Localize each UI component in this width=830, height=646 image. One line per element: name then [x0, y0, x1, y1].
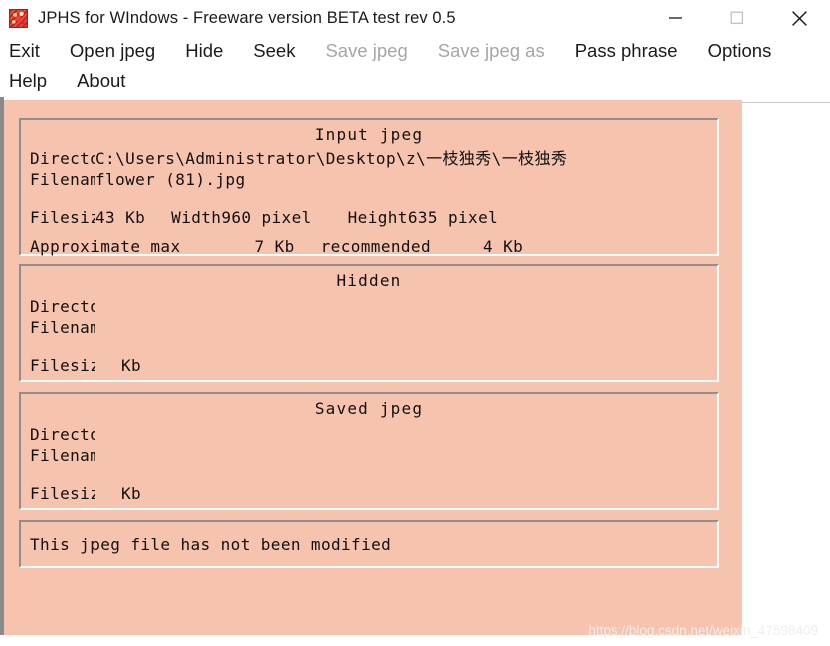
- input-filesize-label: Filesize: [30, 208, 95, 227]
- maximize-button[interactable]: [706, 0, 768, 36]
- input-directory-value: C:\Users\Administrator\Desktop\z\一枝独秀\一枝…: [95, 149, 568, 168]
- hidden-filename-row: Filename: [21, 317, 717, 338]
- app-icon: [9, 8, 28, 28]
- title-bar: JPHS for WIndows - Freeware version BETA…: [0, 0, 830, 36]
- saved-filesize-row: Filesize Kb: [21, 483, 717, 504]
- input-directory-row: Directory C:\Users\Administrator\Desktop…: [21, 148, 717, 169]
- input-approx-label: Approximate max: [30, 237, 181, 256]
- status-panel: This jpeg file has not been modified: [19, 520, 719, 568]
- hidden-filesize-label: Filesize: [30, 356, 95, 375]
- saved-filename-row: Filename: [21, 445, 717, 466]
- saved-directory-label: Directory: [30, 425, 95, 444]
- input-jpeg-panel: Input jpeg Directory C:\Users\Administra…: [19, 118, 719, 256]
- input-stats-row: Filesize 43 Kb Width 960 pixel Height 63…: [21, 207, 717, 228]
- input-filesize-value: 43 Kb: [95, 208, 146, 227]
- input-directory-label: Directory: [30, 149, 95, 168]
- menu-item-hide[interactable]: Hide: [185, 40, 223, 62]
- maximize-icon: [730, 11, 744, 25]
- input-filename-value: flower (81).jpg: [95, 170, 246, 189]
- hidden-directory-label: Directory: [30, 297, 95, 316]
- saved-filename-label: Filename: [30, 446, 95, 465]
- hidden-panel-title: Hidden: [336, 271, 402, 290]
- window-title: JPHS for WIndows - Freeware version BETA…: [38, 8, 456, 27]
- minimize-icon: [668, 17, 682, 19]
- input-height-label: Height: [347, 208, 408, 227]
- hidden-filesize-unit: Kb: [121, 356, 142, 375]
- menu-item-save-jpeg-as: Save jpeg as: [437, 40, 545, 61]
- menu-item-help[interactable]: Help: [9, 70, 47, 92]
- menu-item-about[interactable]: About: [77, 70, 125, 92]
- window-controls: [644, 0, 830, 36]
- hidden-panel: Hidden Directory Filename Filesize Kb: [19, 264, 719, 382]
- menu-row-primary: Exit Open jpeg Hide Seek Save jpeg Save …: [0, 36, 830, 66]
- minimize-button[interactable]: [644, 0, 706, 36]
- menu-item-options[interactable]: Options: [708, 40, 772, 62]
- status-message: This jpeg file has not been modified: [30, 535, 392, 554]
- client-area: Input jpeg Directory C:\Users\Administra…: [4, 100, 742, 635]
- hidden-filesize-row: Filesize Kb: [21, 355, 717, 376]
- close-button[interactable]: [768, 0, 830, 36]
- watermark-text: https://blog.csdn.net/weixin_47598409: [588, 623, 818, 638]
- input-approx-value: 7 Kb: [254, 237, 295, 256]
- input-approximate-row: Approximate max 7 Kb recommended 4 Kb: [21, 236, 717, 257]
- saved-filesize-label: Filesize: [30, 484, 95, 503]
- hidden-directory-row: Directory: [21, 296, 717, 317]
- menu-item-seek[interactable]: Seek: [253, 40, 295, 62]
- input-filename-label: Filename: [30, 170, 95, 189]
- input-height-value: 635 pixel: [407, 208, 499, 227]
- hidden-filename-label: Filename: [30, 318, 95, 337]
- menu-item-open-jpeg[interactable]: Open jpeg: [70, 40, 155, 62]
- saved-jpeg-panel: Saved jpeg Directory Filename Filesize K…: [19, 392, 719, 510]
- input-width-value: 960 pixel: [221, 208, 312, 227]
- menu-item-exit[interactable]: Exit: [9, 40, 40, 62]
- menu-row-secondary: Help About: [0, 66, 830, 96]
- menu-item-pass-phrase[interactable]: Pass phrase: [575, 40, 678, 62]
- input-recommended-label: recommended: [320, 237, 432, 256]
- saved-jpeg-panel-title: Saved jpeg: [314, 399, 424, 418]
- input-width-label: Width: [171, 208, 222, 227]
- saved-directory-row: Directory: [21, 424, 717, 445]
- input-jpeg-panel-title: Input jpeg: [314, 125, 424, 144]
- input-filename-row: Filename flower (81).jpg: [21, 169, 717, 190]
- close-icon: [791, 10, 807, 26]
- menu-bar: Exit Open jpeg Hide Seek Save jpeg Save …: [0, 36, 830, 102]
- menu-item-save-jpeg: Save jpeg: [325, 40, 408, 61]
- input-recommended-value: 4 Kb: [483, 237, 524, 256]
- saved-filesize-unit: Kb: [121, 484, 142, 503]
